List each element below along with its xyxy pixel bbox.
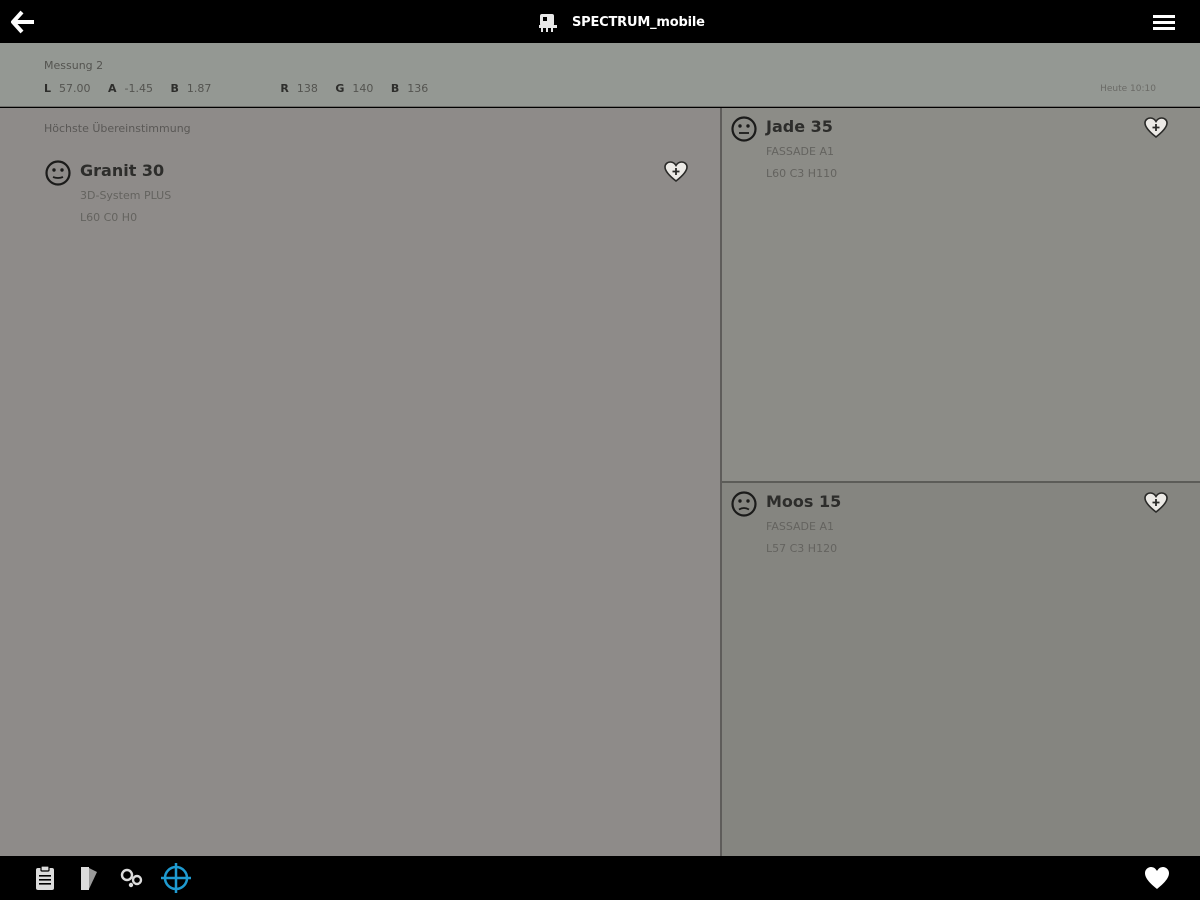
heart-plus-icon (1144, 117, 1168, 139)
color-system: 3D-System PLUS (80, 189, 172, 202)
clipboard-icon (36, 865, 54, 890)
measure-button[interactable] (160, 862, 192, 894)
menu-button[interactable] (1150, 9, 1178, 35)
measurement-values: L 57.00 A -1.45 B 1.87 R 138 G 140 B 136 (44, 82, 442, 95)
add-favorite-button[interactable] (1143, 491, 1169, 515)
color-name: Granit 30 (80, 161, 165, 180)
heart-plus-icon (1144, 492, 1168, 514)
arrow-left-icon (11, 10, 34, 34)
app-root: SPECTRUM_mobile Messung 2 L 57.00 A -1.45 … (0, 0, 1200, 900)
clipboard-button[interactable] (30, 863, 60, 893)
color-wheels-button[interactable] (117, 863, 147, 893)
lab-a-value: -1.45 (124, 82, 153, 95)
neutral-face-icon (731, 116, 757, 142)
hamburger-menu-icon (1153, 15, 1175, 30)
measurement-timestamp: Heute 10:10 (1100, 84, 1156, 94)
lab-b-value: 1.87 (186, 82, 212, 95)
color-code: L60 C3 H110 (766, 167, 838, 180)
neutral-face-icon (45, 160, 71, 186)
lab-l-key: L (44, 82, 52, 95)
bottom-toolbar (0, 856, 1200, 900)
crosshair-icon (161, 863, 191, 893)
rgb-r-key: R (280, 82, 289, 95)
rgb-g-key: G (335, 82, 345, 95)
favorites-button[interactable] (1142, 863, 1172, 893)
lab-a-key: A (108, 82, 117, 95)
color-card-alternative[interactable]: Moos 15 FASSADE A1 L57 C3 H120 (730, 490, 1110, 570)
best-match-label: Höchste Übereinstimmung (44, 122, 191, 135)
rgb-b-key: B (390, 82, 400, 95)
color-system: FASSADE A1 (766, 145, 834, 158)
alternative-panel-1[interactable]: Jade 35 FASSADE A1 L60 C3 H110 (722, 108, 1200, 481)
rgb-b-value: 136 (407, 82, 429, 95)
heart-icon (1145, 867, 1169, 889)
lab-b-key: B (170, 82, 179, 95)
color-card-alternative[interactable]: Jade 35 FASSADE A1 L60 C3 H110 (730, 115, 1110, 195)
color-name: Moos 15 (766, 492, 842, 511)
rgb-g-value: 140 (352, 82, 374, 95)
color-fan-icon (81, 867, 97, 890)
app-title-area: SPECTRUM_mobile (536, 9, 705, 35)
spectrum-logo-icon (539, 14, 557, 32)
add-favorite-button[interactable] (1143, 116, 1169, 140)
color-fan-button[interactable] (74, 863, 104, 893)
top-bar: SPECTRUM_mobile (0, 0, 1200, 43)
color-code: L57 C3 H120 (766, 542, 838, 555)
sad-face-icon (731, 491, 757, 517)
measurement-title: Messung 2 (44, 59, 104, 72)
color-wheels-icon (120, 868, 143, 888)
color-system: FASSADE A1 (766, 520, 834, 533)
color-card-best-match[interactable]: Granit 30 3D-System PLUS L60 C0 H0 (44, 159, 644, 239)
alternative-panel-2[interactable]: Moos 15 FASSADE A1 L57 C3 H120 (722, 483, 1200, 856)
back-button[interactable] (8, 7, 38, 37)
rgb-r-value: 138 (296, 82, 318, 95)
app-title: SPECTRUM_mobile (572, 14, 705, 30)
lab-l-value: 57.00 (59, 82, 91, 95)
color-code: L60 C0 H0 (80, 211, 138, 224)
best-match-panel[interactable]: Höchste Übereinstimmung Granit 30 3D-Sys… (0, 108, 720, 856)
color-name: Jade 35 (766, 117, 833, 136)
measurement-header: Messung 2 L 57.00 A -1.45 B 1.87 R 138 G 140 … (0, 43, 1200, 107)
add-favorite-button[interactable] (663, 160, 689, 184)
heart-plus-icon (664, 161, 688, 183)
